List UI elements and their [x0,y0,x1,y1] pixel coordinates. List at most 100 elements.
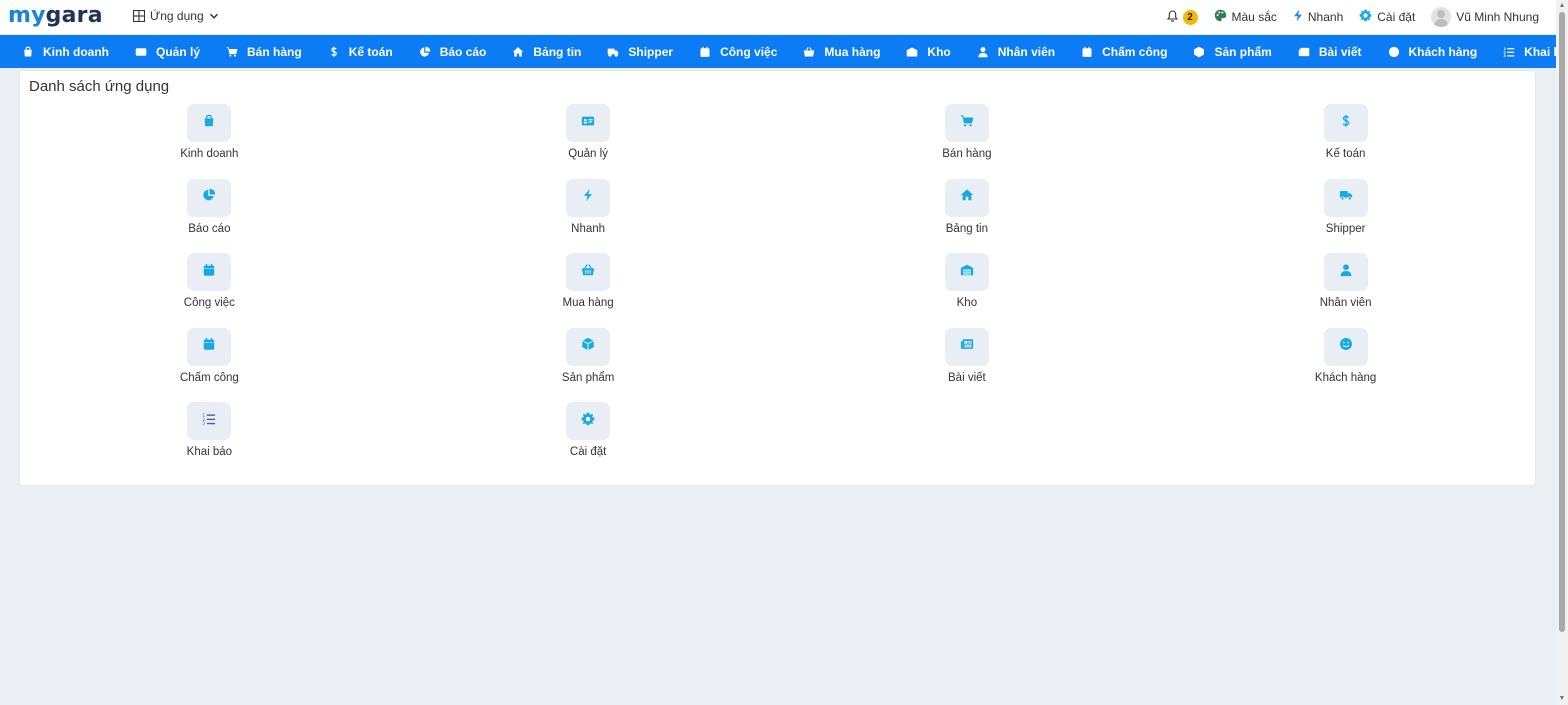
quick-label: Nhanh [1307,10,1344,24]
app-label: Công việc [183,297,235,309]
app-tile[interactable]: Bảng tin [778,178,1157,254]
nav-item-0[interactable]: Kinh doanh [22,45,109,59]
mygara-logo[interactable]: mygara [8,3,103,29]
app-label: Kho [956,297,978,309]
user-icon [1339,263,1353,282]
pie-chart-icon [419,46,431,58]
app-icon-box [944,327,989,366]
app-tile[interactable]: Công việc [20,253,399,328]
quick-button[interactable]: Nhanh [1293,9,1343,25]
home-icon [512,46,524,58]
app-label: Khai báo [186,446,233,458]
app-icon-box [187,104,232,142]
nav-item-label: Bảng tin [533,44,582,59]
bolt-icon [581,188,595,207]
app-label: Cài đặt [569,446,607,458]
scroll-up-arrow-icon[interactable]: ▲ [1558,2,1566,10]
nav-item-6[interactable]: Shipper [607,45,673,59]
nav-item-9[interactable]: Kho [906,45,951,59]
apps-switcher-button[interactable]: Ứng dụng [133,9,219,23]
notification-count-badge: 2 [1182,9,1198,25]
app-tile[interactable]: Bài viết [778,327,1157,403]
settings-button[interactable]: Cài đặt [1359,9,1415,25]
svg-text:3: 3 [1504,54,1507,58]
nav-item-11[interactable]: Chấm công [1081,45,1167,59]
warehouse-icon [960,263,974,282]
nav-item-label: Quản lý [156,44,201,59]
palette-icon [1214,9,1227,25]
app-tile[interactable]: Mua hàng [399,253,778,328]
app-tile[interactable]: Báo cáo [20,178,399,254]
nav-item-label: Công việc [720,44,778,59]
nav-item-7[interactable]: Công việc [699,45,777,59]
app-tile[interactable]: Nhanh [399,178,778,254]
app-tile[interactable]: Bán hàng [778,104,1157,179]
app-icon-box [944,253,989,291]
app-tile[interactable]: Kế toán [1156,104,1535,179]
app-list-card: Danh sách ứng dụng Kinh doanh Quản lý Bán … [20,71,1535,485]
newspaper-icon [1298,46,1310,58]
dollar-icon [1339,114,1353,133]
nav-item-4[interactable]: Báo cáo [419,45,486,59]
app-label: Khách hàng [1314,371,1377,384]
apps-switcher-label: Ứng dụng [150,9,204,23]
app-icon-box [566,327,611,366]
settings-label: Cài đặt [1377,10,1416,24]
app-icon-box [566,402,611,440]
main-nav-bar: Kinh doanh Quản lý Bán hàng Kế toán Báo cáo B… [0,35,1568,68]
nav-item-5[interactable]: Bảng tin [512,45,581,59]
nav-item-label: Sản phẩm [1214,44,1272,59]
nav-item-2[interactable]: Bán hàng [226,45,302,59]
app-tile[interactable]: Nhân viên [1156,253,1535,328]
nav-item-label: Kế toán [348,44,393,59]
app-label: Bài viết [948,371,986,384]
app-label: Mua hàng [562,297,614,309]
scroll-down-arrow-icon[interactable]: ▼ [1558,695,1566,703]
app-grid: Kinh doanh Quản lý Bán hàng Kế toán Báo cáo N… [20,104,1535,477]
app-label: Báo cáo [188,222,231,235]
smile-icon [1339,337,1353,356]
nav-item-3[interactable]: Kế toán [328,45,393,59]
app-label: Quản lý [568,148,608,160]
nav-item-10[interactable]: Nhân viên [977,45,1055,59]
app-label: Kế toán [1325,148,1366,160]
user-menu[interactable]: Vũ Minh Nhung [1431,7,1539,27]
page-scrollbar[interactable]: ▲ ▼ [1556,0,1568,705]
notifications-button[interactable]: 2 [1166,9,1198,25]
calendar-icon [202,263,216,282]
smile-icon [1388,46,1400,58]
app-label: Nhân viên [1319,297,1372,309]
app-tile[interactable]: Chấm công [20,327,399,403]
dollar-icon [328,46,340,58]
app-tile[interactable]: Cài đặt [399,402,778,477]
nav-item-8[interactable]: Mua hàng [803,45,880,59]
nav-item-13[interactable]: Bài viết [1298,45,1362,59]
app-tile[interactable]: Kinh doanh [20,104,399,179]
app-label: Chấm công [179,371,239,384]
nav-item-label: Bài viết [1318,44,1362,59]
home-icon [960,188,974,207]
id-card-icon [581,114,595,133]
basket-icon [803,46,815,58]
shopping-bag-icon [202,114,216,133]
app-tile[interactable]: Sản phẩm [399,327,778,403]
color-theme-button[interactable]: Màu sắc [1214,9,1277,25]
app-icon-box [944,104,989,142]
nav-item-label: Chấm công [1102,44,1168,59]
nav-item-14[interactable]: Khách hàng [1388,45,1477,59]
nav-item-1[interactable]: Quản lý [135,45,200,59]
app-tile[interactable]: Kho [778,253,1157,328]
app-icon-box [944,178,989,217]
nav-item-12[interactable]: Sản phẩm [1193,44,1272,59]
app-icon-box [187,327,232,366]
nav-item-label: Kinh doanh [43,44,109,59]
calendar-icon [699,46,711,58]
app-tile[interactable]: 1 2 3 Khai báo [20,402,399,477]
logo-text-gara: gara [45,3,103,28]
app-tile[interactable]: Shipper [1156,178,1535,254]
app-tile[interactable]: Khách hàng [1156,327,1535,403]
app-icon-box [187,253,232,291]
app-tile[interactable]: Quản lý [399,104,778,179]
scrollbar-thumb[interactable] [1559,12,1565,632]
app-icon-box [566,104,611,142]
